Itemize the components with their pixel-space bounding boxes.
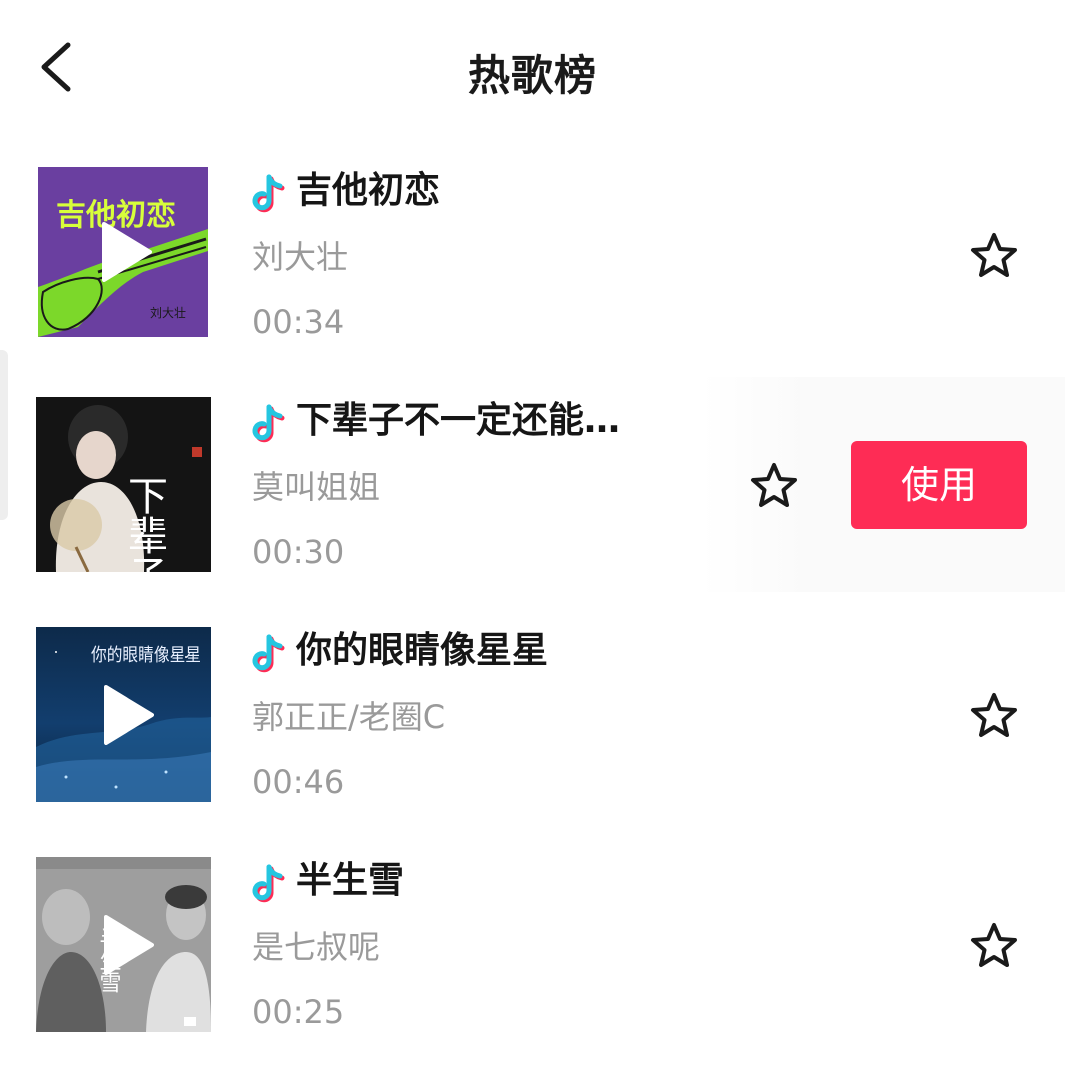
song-duration: 00:30 [252, 533, 345, 571]
album-cover[interactable]: 你的眼睛像星星 [36, 627, 211, 802]
song-title: 你的眼睛像星星 [296, 630, 549, 671]
album-cover[interactable]: 吉他初恋 刘大壮 [38, 167, 208, 337]
song-artist: 刘大壮 [252, 238, 349, 276]
play-icon[interactable] [102, 915, 154, 975]
song-artist: 莫叫姐姐 [252, 468, 381, 506]
star-outline-icon [971, 923, 1017, 967]
play-icon[interactable] [100, 222, 152, 282]
use-button[interactable]: 使用 [851, 441, 1027, 529]
song-title: 吉他初恋 [296, 170, 441, 211]
favorite-button[interactable] [969, 691, 1019, 741]
album-cover[interactable]: 下辈子 [36, 397, 211, 572]
music-note-icon [252, 634, 285, 673]
cover-signature: 刘大壮 [150, 306, 186, 320]
music-note-icon [252, 404, 285, 443]
star-outline-icon [971, 233, 1017, 277]
song-row[interactable]: 吉他初恋 刘大壮 吉他初恋 刘大壮 00:34 [0, 167, 1065, 367]
song-title: 半生雪 [296, 860, 405, 901]
song-row[interactable]: 你的眼睛像星星 你的眼睛像星星 郭正正/老圈C 00:46 [0, 627, 1065, 827]
favorite-button[interactable] [969, 231, 1019, 281]
star-outline-icon [751, 463, 797, 507]
song-duration: 00:46 [252, 763, 345, 801]
song-title: 下辈子不一定还能… [296, 400, 621, 441]
song-duration: 00:25 [252, 993, 345, 1031]
music-note-icon [252, 174, 285, 213]
cover-art-portrait: 下辈子 [36, 397, 211, 572]
song-duration: 00:34 [252, 303, 345, 341]
album-cover[interactable]: 半生雪 [36, 857, 211, 1032]
song-artist: 郭正正/老圈C [252, 698, 446, 736]
cover-title-text: 下辈子 [121, 475, 167, 572]
star-outline-icon [971, 693, 1017, 737]
favorite-button[interactable] [969, 921, 1019, 971]
cover-title-text: 你的眼睛像星星 [91, 645, 201, 666]
song-artist: 是七叔呢 [252, 928, 381, 966]
song-list: 吉他初恋 刘大壮 吉他初恋 刘大壮 00:34 下辈子 下辈子不一定还能… 莫叫… [0, 0, 1065, 1077]
play-icon[interactable] [102, 685, 154, 745]
favorite-button[interactable] [749, 461, 799, 511]
music-note-icon [252, 864, 285, 903]
song-row-selected[interactable]: 下辈子 下辈子不一定还能… 莫叫姐姐 00:30 使用 [0, 377, 1065, 597]
song-row[interactable]: 半生雪 半生雪 是七叔呢 00:25 [0, 857, 1065, 1057]
